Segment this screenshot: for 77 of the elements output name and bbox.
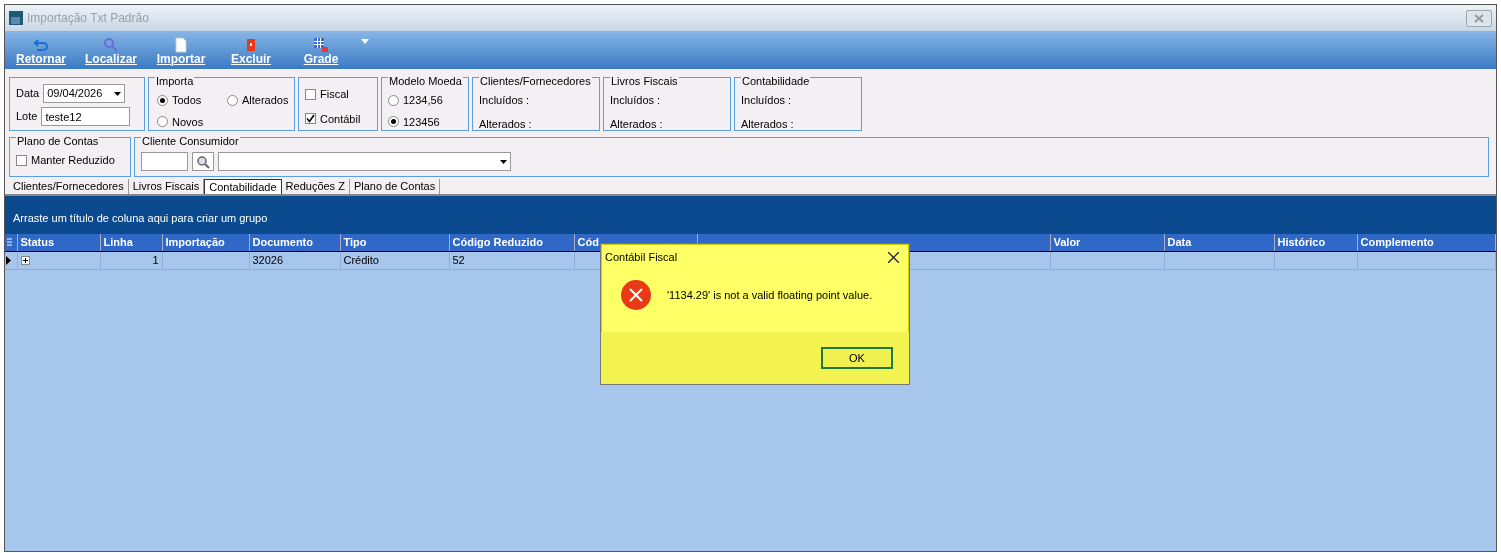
group-title: Clientes/Fornecedores xyxy=(479,76,592,87)
error-icon xyxy=(621,280,651,310)
radio-button[interactable] xyxy=(157,94,168,106)
table-cell: 1 xyxy=(100,251,162,269)
table-cell: 32026 xyxy=(249,251,340,269)
field-label: Data xyxy=(16,86,40,102)
group-by-hint: Arraste um título de coluna aqui para criar um grupo xyxy=(5,196,1496,234)
field-label: Lote xyxy=(16,109,38,125)
grid-icon xyxy=(313,36,330,53)
column-header[interactable]: Importação xyxy=(162,234,249,251)
column-header[interactable]: Histórico xyxy=(1274,234,1357,251)
tab[interactable]: Plano de Contas xyxy=(349,179,441,194)
dropdown-arrow-icon[interactable] xyxy=(361,39,370,44)
tab[interactable]: Reduções Z xyxy=(281,179,350,194)
window-title: Importação Txt Padrão xyxy=(27,10,149,27)
radio-label: 1234,56 xyxy=(403,93,443,108)
column-header[interactable]: Data xyxy=(1164,234,1274,251)
summary-label: Incluídos : xyxy=(479,93,531,108)
group-title: Plano de Contas xyxy=(16,136,100,147)
radio-button[interactable] xyxy=(157,116,168,128)
checkbox-label: Fiscal xyxy=(320,87,349,102)
toolbar-button[interactable]: Grade xyxy=(289,36,360,66)
dialog-title: Contábil Fiscal xyxy=(605,249,678,265)
radio-button[interactable] xyxy=(227,94,238,106)
expand-icon[interactable] xyxy=(20,256,30,266)
radio-label: Novos xyxy=(172,114,204,130)
checkbox[interactable] xyxy=(305,113,316,125)
summary-label: Alterados : xyxy=(741,116,795,132)
radio-label: 123456 xyxy=(403,114,440,130)
close-icon xyxy=(1474,13,1484,23)
group-title: Contabilidade xyxy=(741,76,811,87)
column-header[interactable]: Código Reduzido xyxy=(449,234,574,251)
column-header[interactable]: Linha xyxy=(100,234,162,251)
checkbox-label: Contábil xyxy=(320,111,361,127)
combo-box[interactable] xyxy=(218,152,511,171)
toolbar-button[interactable]: Retornar xyxy=(9,36,79,66)
radio-label: Todos xyxy=(172,93,202,108)
column-header[interactable]: Valor xyxy=(1050,234,1164,251)
column-header[interactable]: Documento xyxy=(249,234,340,251)
code-field[interactable] xyxy=(141,152,188,171)
checkbox[interactable] xyxy=(16,154,27,166)
dialog-message: '1134.29' is not a valid floating point value. xyxy=(667,287,873,303)
radio-button[interactable] xyxy=(388,94,399,106)
group-title: Livros Fiscais xyxy=(610,76,679,87)
tab[interactable]: Clientes/Fornecedores xyxy=(9,179,129,194)
summary-label: Alterados : xyxy=(479,116,533,132)
table-cell: 52 xyxy=(449,251,574,269)
checkbox[interactable] xyxy=(305,88,316,100)
text-field[interactable]: teste12 xyxy=(41,107,131,126)
group-title: Importa xyxy=(155,76,195,87)
document-icon xyxy=(173,36,190,53)
toolbar-button[interactable]: Excluir xyxy=(219,36,290,66)
undo-icon xyxy=(33,36,49,53)
column-header[interactable]: Status xyxy=(17,234,100,251)
column-header[interactable]: Complemento xyxy=(1357,234,1495,251)
toolbar-button[interactable]: Localizar xyxy=(79,36,150,66)
group-title: Cliente Consumidor xyxy=(141,136,240,147)
tab[interactable]: Contabilidade xyxy=(204,179,282,194)
toolbar-button[interactable]: Importar xyxy=(149,36,220,66)
radio-button[interactable] xyxy=(388,116,399,128)
column-header[interactable]: Tipo xyxy=(340,234,449,251)
app-icon xyxy=(9,11,23,25)
search-icon xyxy=(103,36,119,53)
column-chooser-icon[interactable] xyxy=(5,234,17,251)
summary-label: Alterados : xyxy=(610,116,664,132)
table-cell: Crédito xyxy=(340,251,449,269)
summary-label: Incluídos : xyxy=(741,93,793,108)
close-icon[interactable] xyxy=(888,251,899,263)
radio-label: Alterados xyxy=(242,93,289,108)
date-field[interactable]: 09/04/2026 xyxy=(43,84,126,103)
dropdown-arrow-icon xyxy=(114,91,122,96)
group-title: Modelo Moeda xyxy=(388,76,463,87)
close-button[interactable] xyxy=(1466,9,1492,27)
ok-button[interactable]: OK xyxy=(821,347,893,369)
search-button[interactable] xyxy=(192,152,214,171)
checkbox-label: Manter Reduzido xyxy=(31,153,115,168)
summary-label: Incluídos : xyxy=(610,93,662,108)
